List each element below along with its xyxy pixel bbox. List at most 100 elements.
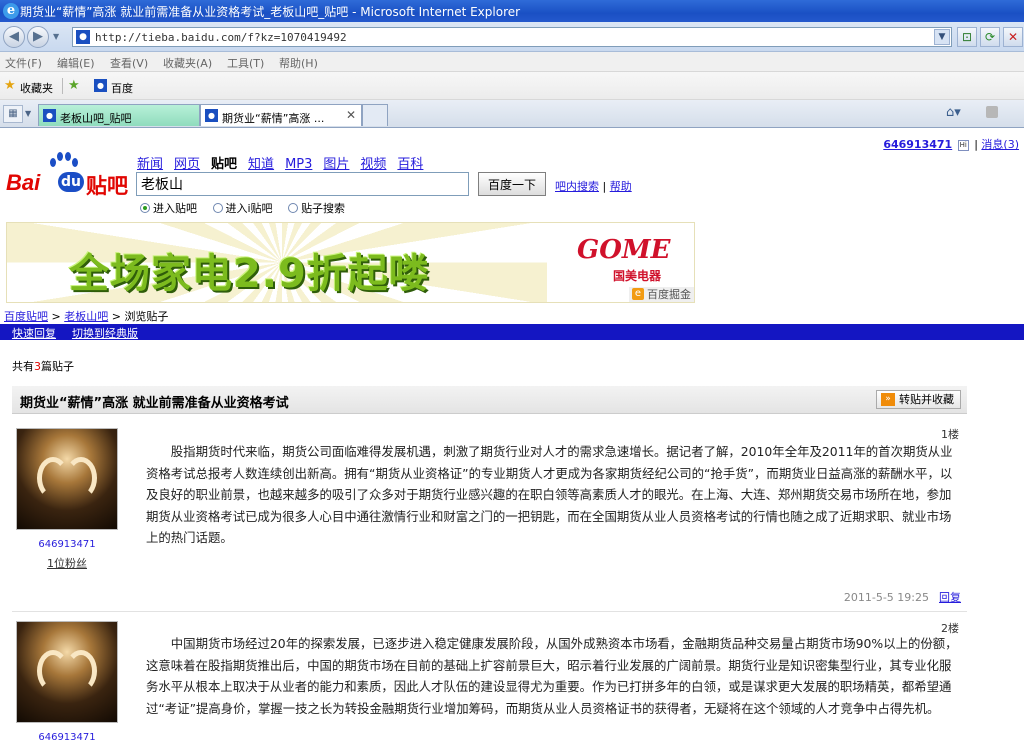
favorites-button[interactable]: 收藏夹: [20, 80, 53, 96]
menu-favorites[interactable]: 收藏夹(A): [163, 55, 212, 71]
tab-label: 老板山吧_贴吧: [60, 112, 132, 125]
home-icon[interactable]: ⌂▾: [946, 105, 961, 120]
post-content: 股指期货时代来临，期货公司面临难得发展机遇，刺激了期货行业对人才的需求急速增长。…: [146, 444, 953, 545]
radio-post-search[interactable]: 贴子搜索: [288, 200, 345, 216]
radio-enter-tieba[interactable]: 进入贴吧: [140, 200, 197, 216]
baidu-favicon-icon: ●: [76, 30, 90, 44]
breadcrumb-tieba[interactable]: 百度贴吧: [4, 310, 48, 323]
channel-web[interactable]: 网页: [174, 157, 200, 172]
channel-baike[interactable]: 百科: [397, 157, 423, 172]
tab-list-dropdown-icon[interactable]: ▼: [25, 105, 35, 123]
window-titlebar[interactable]: e 期货业“薪情”高涨 就业前需准备从业资格考试_老板山吧_贴吧 - Micro…: [0, 0, 1024, 22]
forward-and-save-button[interactable]: » 转贴并收藏: [876, 390, 961, 409]
radio-label: 贴子搜索: [301, 202, 346, 215]
tab-current-thread[interactable]: ● 期货业“薪情”高涨 ... ✕: [200, 104, 362, 126]
close-tab-icon[interactable]: ✕: [346, 108, 356, 122]
history-dropdown-icon[interactable]: ▼: [53, 32, 59, 41]
swan-image: [37, 453, 97, 503]
search-links: 吧内搜索 | 帮助: [555, 180, 632, 193]
thread-title: 期货业“薪情”高涨 就业前需准备从业资格考试: [20, 396, 289, 411]
add-favorite-icon[interactable]: ★: [68, 78, 80, 93]
window-title: 期货业“薪情”高涨 就业前需准备从业资格考试_老板山吧_贴吧 - Microso…: [20, 5, 521, 19]
post-count-prefix: 共有: [12, 360, 34, 373]
search-button[interactable]: 百度一下: [478, 172, 546, 196]
logo-du-text: du: [58, 172, 84, 192]
baidu-tieba-logo[interactable]: Bai du 贴吧: [6, 152, 130, 202]
thread-header: 期货业“薪情”高涨 就业前需准备从业资格考试 » 转贴并收藏: [12, 386, 967, 414]
back-arrow-icon[interactable]: ◀: [3, 26, 25, 48]
url-field[interactable]: ● http://tieba.baidu.com/f?kz=1070419492…: [72, 27, 952, 47]
channel-tieba: 贴吧: [211, 157, 238, 172]
menu-tools[interactable]: 工具(T): [227, 55, 264, 71]
avatar[interactable]: [16, 621, 118, 723]
post-floor-1: 1楼 646913471 1位粉丝 股指期货时代来临，期货公司面临难得发展机遇，…: [12, 424, 967, 610]
menu-bar: 文件(F) 编辑(E) 查看(V) 收藏夹(A) 工具(T) 帮助(H): [0, 52, 1024, 72]
radio-dot[interactable]: [288, 203, 299, 213]
messages-link[interactable]: 消息(3): [981, 138, 1019, 151]
search-input[interactable]: [136, 172, 469, 196]
baidu-ad-tag[interactable]: 百度掘金: [629, 287, 694, 302]
baidu-favicon-icon: ●: [205, 109, 218, 122]
breadcrumb-current: 浏览贴子: [124, 310, 169, 323]
breadcrumb: 百度贴吧 > 老板山吧 > 浏览贴子: [4, 310, 169, 323]
forward-icon: »: [881, 393, 895, 406]
hi-messenger-icon[interactable]: Hi: [957, 139, 969, 151]
refresh-icon[interactable]: ⟳: [980, 27, 1000, 47]
ad-banner[interactable]: 全场家电2.9折起喽 GOME 国美电器 百度掘金: [6, 222, 695, 303]
thread-toolbar: 快速回复 切换到经典版: [0, 324, 1024, 340]
post-count: 共有3篇贴子: [12, 358, 74, 374]
address-bar: ◀ ▶ ▼ ● http://tieba.baidu.com/f?kz=1070…: [0, 22, 1024, 52]
post-time: 2011-5-5 19:25: [843, 591, 929, 604]
in-bar-search-link[interactable]: 吧内搜索: [555, 180, 599, 193]
url-dropdown-icon[interactable]: ▼: [934, 29, 950, 45]
new-tab-button[interactable]: [362, 104, 388, 126]
forward-arrow-icon[interactable]: ▶: [27, 26, 49, 48]
channel-zhidao[interactable]: 知道: [248, 157, 274, 172]
tab-laobanshan[interactable]: ● 老板山吧_贴吧: [38, 104, 200, 126]
baidu-favicon-icon: ●: [94, 79, 107, 92]
channel-video[interactable]: 视频: [360, 157, 386, 172]
fav-link-baidu[interactable]: 百度: [111, 80, 133, 96]
compat-view-icon[interactable]: ⊡: [957, 27, 977, 47]
channel-images[interactable]: 图片: [323, 157, 349, 172]
fans-link[interactable]: 1位粉丝: [12, 555, 122, 571]
rss-feed-icon[interactable]: [986, 106, 998, 118]
channel-news[interactable]: 新闻: [137, 157, 163, 172]
tab-label: 期货业“薪情”高涨 ...: [222, 112, 325, 125]
url-text: http://tieba.baidu.com/f?kz=1070419492: [95, 31, 347, 44]
quick-reply-link[interactable]: 快速回复: [12, 325, 56, 341]
menu-view[interactable]: 查看(V): [110, 55, 148, 71]
post-floor-2: 2楼 646913471 中国期货市场经过20年的探索发展，已逐步进入稳定健康发…: [12, 618, 967, 745]
forward-label: 转贴并收藏: [899, 393, 954, 406]
logo-bai-text: Bai: [6, 170, 41, 195]
author-link[interactable]: 646913471: [12, 539, 122, 550]
stop-icon[interactable]: ✕: [1003, 27, 1023, 47]
avatar[interactable]: [16, 428, 118, 530]
swan-image: [37, 646, 97, 696]
menu-edit[interactable]: 编辑(E): [57, 55, 95, 71]
author-link[interactable]: 646913471: [12, 732, 122, 743]
classic-view-link[interactable]: 切换到经典版: [72, 325, 138, 341]
help-link[interactable]: 帮助: [610, 180, 632, 193]
breadcrumb-bar[interactable]: 老板山吧: [64, 310, 108, 323]
menu-file[interactable]: 文件(F): [5, 55, 42, 71]
post-meta: 2011-5-5 19:25 回复: [844, 589, 961, 605]
menu-help[interactable]: 帮助(H): [279, 55, 318, 71]
tab-bar: ▦ ▼ ● 老板山吧_贴吧 ● 期货业“薪情”高涨 ... ✕ ⌂▾: [0, 100, 1024, 128]
baidu-favicon-icon: ●: [43, 109, 56, 122]
username-link[interactable]: 646913471: [883, 138, 952, 151]
favorites-star-icon[interactable]: ★: [4, 78, 16, 93]
reply-link[interactable]: 回复: [939, 591, 961, 604]
logo-tieba-text: 贴吧: [86, 174, 128, 198]
channel-mp3[interactable]: MP3: [285, 157, 312, 172]
radio-dot[interactable]: [140, 203, 150, 213]
divider: [62, 78, 63, 94]
quick-tabs-icon[interactable]: ▦: [3, 105, 23, 123]
post-count-suffix: 篇贴子: [41, 360, 74, 373]
radio-enter-itieba[interactable]: 进入i贴吧: [212, 200, 273, 216]
search-mode-radios: 进入贴吧 进入i贴吧 贴子搜索: [140, 200, 357, 216]
channel-nav: 新闻 网页 贴吧 知道 MP3 图片 视频 百科: [137, 153, 434, 172]
radio-dot[interactable]: [212, 203, 223, 213]
radio-label: 进入贴吧: [153, 202, 197, 215]
divider: [12, 611, 967, 612]
